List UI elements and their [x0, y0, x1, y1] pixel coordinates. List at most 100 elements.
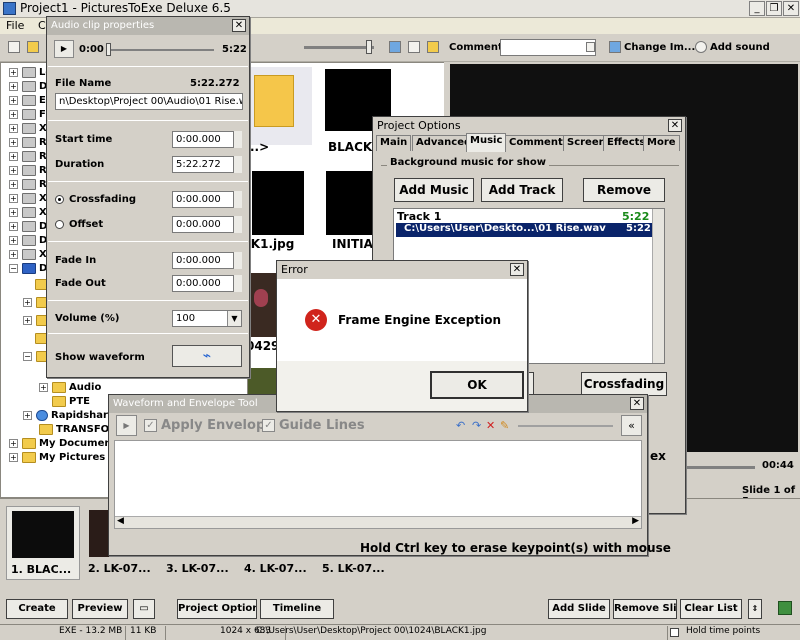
crossfading-spinner[interactable]	[233, 191, 242, 208]
change-image-icon[interactable]	[609, 41, 621, 53]
crossfading-button[interactable]: Crossfading	[581, 372, 667, 396]
expand-icon[interactable]: +	[9, 207, 18, 217]
offset-field[interactable]: 0:00.000	[172, 216, 242, 233]
close-button[interactable]: ✕	[783, 1, 799, 16]
hold-time-points-checkbox[interactable]	[670, 628, 679, 637]
slide-item-1[interactable]: 1. BLAC...	[6, 506, 80, 580]
collapse-icon[interactable]: −	[9, 263, 18, 273]
zoom-slider-thumb[interactable]	[366, 40, 372, 54]
waveform-tool-close-button[interactable]: ✕	[630, 397, 644, 410]
offset-spinner[interactable]	[233, 216, 242, 233]
folder-up-thumb[interactable]	[250, 67, 312, 145]
initial-thumb[interactable]	[326, 171, 374, 235]
volume-dropdown-icon[interactable]: ▼	[227, 311, 241, 326]
audio-play-button[interactable]: ▶	[54, 40, 74, 58]
file-path-field[interactable]: n\Desktop\Project 00\Audio\01 Rise.wav	[55, 93, 243, 110]
expand-icon[interactable]: +	[9, 95, 18, 105]
show-waveform-button[interactable]: ⌁	[172, 345, 242, 367]
clear-list-button[interactable]: Clear List	[680, 599, 742, 619]
error-dialog-close-button[interactable]: ✕	[510, 263, 524, 276]
remove-slide-button[interactable]: Remove Slide	[613, 599, 677, 619]
tree-item[interactable]: + D	[9, 79, 47, 93]
tree-item-my-documents[interactable]: + My Documents	[9, 436, 122, 450]
tree-item[interactable]: + X-	[9, 247, 50, 261]
slide-order-spinner[interactable]: ⇕	[748, 599, 762, 619]
tree-item-audio[interactable]: + Audio	[39, 380, 101, 394]
change-image-button[interactable]: Change Im...	[624, 42, 695, 53]
audio-slider-thumb[interactable]	[106, 43, 111, 56]
tab-main[interactable]: Main	[376, 135, 412, 151]
waveform-canvas[interactable]: ◀ ▶	[114, 440, 642, 529]
tree-item-rapidshare[interactable]: + Rapidshare	[23, 408, 115, 422]
comment-edit-icon[interactable]	[586, 42, 595, 52]
start-time-field[interactable]: 0:00.000	[172, 131, 242, 148]
restore-button[interactable]: ❐	[766, 1, 782, 16]
expand-icon[interactable]: +	[9, 193, 18, 203]
offset-radio[interactable]	[55, 220, 64, 229]
expand-icon[interactable]: +	[9, 249, 18, 259]
timeline-button[interactable]: Timeline	[260, 599, 334, 619]
expand-icon[interactable]: +	[9, 221, 18, 231]
duration-field[interactable]: 5:22.272	[172, 156, 242, 173]
crossfading-radio[interactable]	[55, 195, 64, 204]
collapse-icon[interactable]: −	[23, 351, 32, 361]
fade-out-spinner[interactable]	[233, 275, 242, 292]
tree-item[interactable]: + F	[9, 107, 46, 121]
redo-icon[interactable]: ↷	[472, 419, 481, 432]
ok-button[interactable]: OK	[430, 371, 524, 399]
open-folder-icon[interactable]	[27, 41, 39, 53]
play-button[interactable]: ▶	[116, 415, 137, 436]
nature-photo-thumb[interactable]	[248, 368, 276, 394]
menu-file[interactable]: File	[6, 19, 24, 32]
tree-item-my-pictures[interactable]: + My Pictures	[9, 450, 105, 464]
crossfading-field[interactable]: 0:00.000	[172, 191, 242, 208]
expand-icon[interactable]: +	[9, 109, 18, 119]
waveform-scrollbar[interactable]: ◀ ▶	[115, 516, 641, 528]
expand-icon[interactable]: +	[9, 165, 18, 175]
fade-in-field[interactable]: 0:00.000	[172, 252, 242, 269]
fade-out-field[interactable]: 0:00.000	[172, 275, 242, 292]
track-name[interactable]: Track 1	[397, 210, 441, 223]
tree-item-pte[interactable]: PTE	[52, 394, 90, 408]
audio-clip-close-button[interactable]: ✕	[232, 19, 246, 32]
collapse-button[interactable]: «	[621, 415, 642, 436]
folder-icon[interactable]	[427, 41, 439, 53]
expand-icon[interactable]: +	[9, 151, 18, 161]
zoom-track[interactable]	[518, 425, 613, 427]
expand-icon[interactable]: +	[9, 438, 18, 448]
expand-icon[interactable]: +	[39, 382, 48, 392]
tab-more[interactable]: More	[643, 135, 680, 151]
image-settings-icon[interactable]	[389, 41, 401, 53]
comment-input[interactable]	[500, 39, 596, 56]
tree-item[interactable]: + X-	[9, 191, 50, 205]
expand-icon[interactable]: +	[9, 123, 18, 133]
scroll-right-icon[interactable]: ▶	[632, 516, 639, 526]
expand-icon[interactable]: +	[9, 235, 18, 245]
menu-second[interactable]: C	[38, 19, 46, 32]
expand-icon[interactable]: +	[23, 410, 32, 420]
expand-icon[interactable]: +	[9, 67, 18, 77]
create-button[interactable]: Create	[6, 599, 68, 619]
tab-music[interactable]: Music	[466, 133, 507, 152]
duration-spinner[interactable]	[233, 156, 242, 173]
project-options-button[interactable]: Project Options	[177, 599, 257, 619]
tree-item[interactable]: + X-	[9, 205, 50, 219]
track-list-scrollbar[interactable]	[652, 209, 664, 363]
project-options-close-button[interactable]: ✕	[668, 119, 682, 132]
remove-button[interactable]: Remove	[583, 178, 665, 202]
guide-lines-checkbox[interactable]: ✓	[262, 419, 275, 432]
add-slide-button[interactable]: Add Slide	[548, 599, 610, 619]
selected-audio-file-row[interactable]: C:\Users\User\Deskto...\01 Rise.wav 5:22	[396, 223, 652, 237]
preview-button[interactable]: Preview	[72, 599, 128, 619]
expand-icon[interactable]: +	[23, 315, 32, 325]
refresh-icon[interactable]	[408, 41, 420, 53]
fade-in-spinner[interactable]	[233, 252, 242, 269]
tree-item[interactable]: + E	[9, 93, 46, 107]
audio-position-slider[interactable]	[106, 49, 214, 51]
add-sound-button[interactable]: Add sound	[710, 42, 770, 53]
expand-icon[interactable]: +	[9, 452, 18, 462]
undo-icon[interactable]: ↶	[456, 419, 465, 432]
expand-icon[interactable]: +	[23, 297, 32, 307]
eraser-icon[interactable]: ✎	[500, 419, 509, 432]
add-sound-icon[interactable]	[695, 41, 707, 53]
